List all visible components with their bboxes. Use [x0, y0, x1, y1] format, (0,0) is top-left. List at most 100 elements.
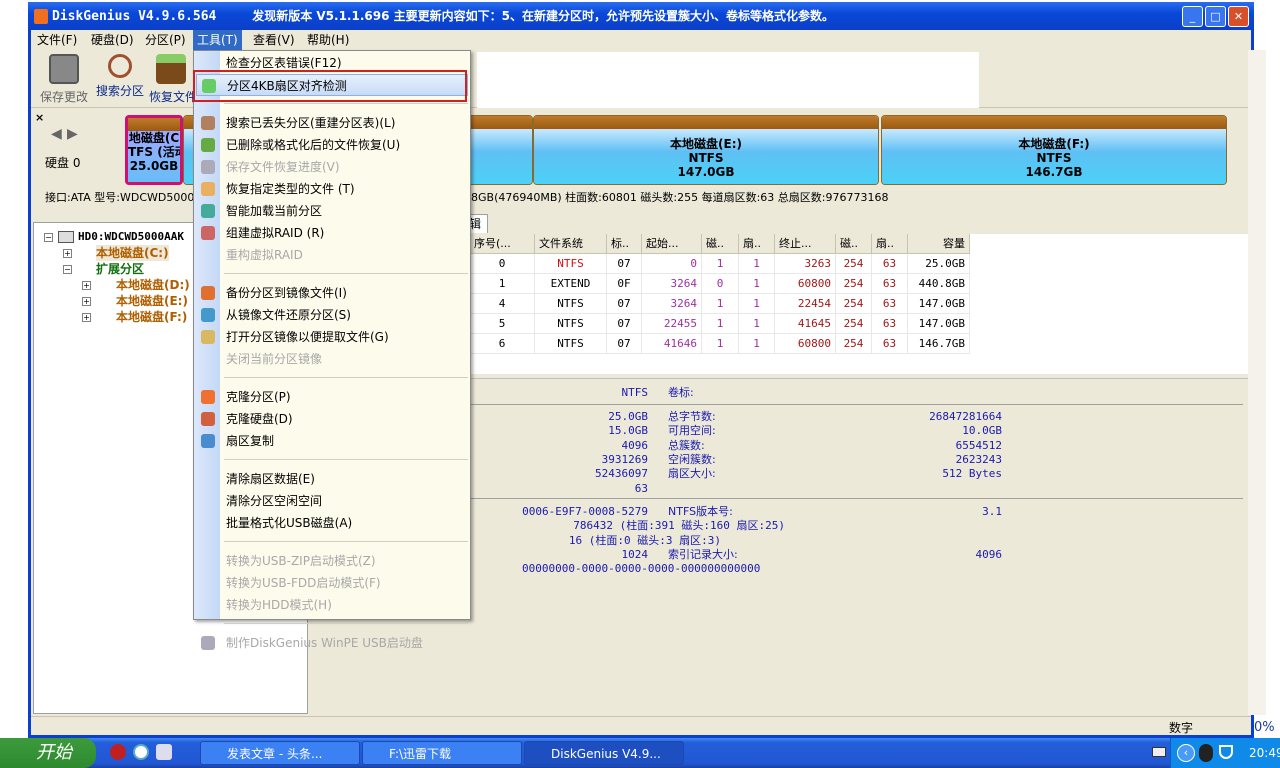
- table-cell[interactable]: 0: [702, 274, 739, 294]
- start-button[interactable]: 开始: [0, 738, 96, 768]
- menu-item-11[interactable]: 备份分区到镜像文件(I): [196, 282, 468, 304]
- table-cell[interactable]: 0: [470, 254, 535, 274]
- table-header-cell[interactable]: 扇..: [739, 234, 775, 254]
- taskbar-item-diskgenius[interactable]: DiskGenius V4.9...: [524, 741, 684, 765]
- table-cell[interactable]: 1: [702, 294, 739, 314]
- next-disk-icon[interactable]: ▶: [67, 126, 78, 142]
- table-cell[interactable]: 60800: [775, 274, 836, 294]
- table-cell[interactable]: NTFS: [535, 294, 607, 314]
- tree-item-d[interactable]: 本地磁盘(D:): [116, 277, 190, 293]
- table-cell[interactable]: 1: [702, 254, 739, 274]
- table-header-cell[interactable]: 文件系统: [535, 234, 607, 254]
- taskbar-item-folder[interactable]: F:\迅雷下载: [362, 741, 522, 765]
- table-header-cell[interactable]: 磁..: [836, 234, 872, 254]
- table-cell[interactable]: 3263: [775, 254, 836, 274]
- tree-item-extended[interactable]: 扩展分区: [96, 261, 144, 277]
- table-header-cell[interactable]: 标..: [607, 234, 642, 254]
- table-cell[interactable]: 147.0GB: [908, 314, 970, 334]
- table-cell[interactable]: 3264: [642, 274, 702, 294]
- table-cell[interactable]: NTFS: [535, 254, 607, 274]
- ie-icon[interactable]: [133, 744, 149, 760]
- keyboard-icon[interactable]: [1152, 747, 1166, 757]
- table-cell[interactable]: 07: [607, 314, 642, 334]
- expand-icon[interactable]: +: [82, 297, 91, 306]
- table-header-cell[interactable]: 容量: [908, 234, 970, 254]
- menu-item-13[interactable]: 打开分区镜像以便提取文件(G): [196, 326, 468, 348]
- tray-expand-icon[interactable]: ‹: [1177, 744, 1195, 762]
- table-cell[interactable]: 41645: [775, 314, 836, 334]
- partition-e[interactable]: 本地磁盘(E:)NTFS147.0GB: [533, 115, 879, 185]
- table-cell[interactable]: 1: [739, 334, 775, 354]
- table-cell[interactable]: 0: [642, 254, 702, 274]
- table-cell[interactable]: 3264: [642, 294, 702, 314]
- table-cell[interactable]: 254: [836, 314, 872, 334]
- table-cell[interactable]: 63: [872, 334, 908, 354]
- table-cell[interactable]: NTFS: [535, 334, 607, 354]
- tree-item-f[interactable]: 本地磁盘(F:): [116, 309, 187, 325]
- tree-disk[interactable]: HD0:WDCWD5000AAK: [78, 229, 184, 245]
- table-cell[interactable]: 07: [607, 254, 642, 274]
- table-cell[interactable]: 22454: [775, 294, 836, 314]
- maximize-button[interactable]: □: [1205, 6, 1226, 27]
- table-cell[interactable]: 0F: [607, 274, 642, 294]
- menu-item-12[interactable]: 从镜像文件还原分区(S): [196, 304, 468, 326]
- menu-item-20[interactable]: 清除扇区数据(E): [196, 468, 468, 490]
- menu-partition[interactable]: 分区(P): [141, 30, 190, 50]
- collapse-icon[interactable]: −: [63, 265, 72, 274]
- partition-c[interactable]: 地磁盘(CTFS (活动25.0GB: [125, 115, 183, 185]
- table-cell[interactable]: 146.7GB: [908, 334, 970, 354]
- table-cell[interactable]: 63: [872, 314, 908, 334]
- table-cell[interactable]: 5: [470, 314, 535, 334]
- media-player-icon[interactable]: [110, 744, 126, 760]
- expand-icon[interactable]: +: [82, 281, 91, 290]
- tree-item-e[interactable]: 本地磁盘(E:): [116, 293, 188, 309]
- menu-disk[interactable]: 硬盘(D): [87, 30, 138, 50]
- save-changes-button[interactable]: 保存更改: [37, 54, 91, 105]
- taskbar-item-browser[interactable]: 发表文章 - 头条...: [200, 741, 360, 765]
- table-cell[interactable]: NTFS: [535, 314, 607, 334]
- table-header-cell[interactable]: 起始...: [642, 234, 702, 254]
- table-header-cell[interactable]: 终止...: [775, 234, 836, 254]
- menu-item-18[interactable]: 扇区复制: [196, 430, 468, 452]
- minimize-button[interactable]: _: [1182, 6, 1203, 27]
- table-cell[interactable]: 63: [872, 274, 908, 294]
- table-cell[interactable]: 440.8GB: [908, 274, 970, 294]
- search-partition-button[interactable]: 搜索分区: [93, 54, 147, 99]
- partition-f[interactable]: 本地磁盘(F:)NTFS146.7GB: [881, 115, 1227, 185]
- table-cell[interactable]: 147.0GB: [908, 294, 970, 314]
- table-cell[interactable]: 22455: [642, 314, 702, 334]
- expand-icon[interactable]: +: [82, 313, 91, 322]
- menu-item-6[interactable]: 恢复指定类型的文件 (T): [196, 178, 468, 200]
- table-cell[interactable]: 1: [739, 274, 775, 294]
- security-shield-icon[interactable]: [1219, 745, 1233, 759]
- menu-item-8[interactable]: 组建虚拟RAID (R): [196, 222, 468, 244]
- menu-view[interactable]: 查看(V): [249, 30, 299, 50]
- menu-item-3[interactable]: 搜索已丢失分区(重建分区表)(L): [196, 112, 468, 134]
- close-panel-icon[interactable]: ×: [35, 111, 44, 124]
- table-cell[interactable]: 25.0GB: [908, 254, 970, 274]
- menu-file[interactable]: 文件(F): [33, 30, 81, 50]
- scrollbar[interactable]: [1248, 50, 1266, 715]
- table-cell[interactable]: 254: [836, 254, 872, 274]
- table-cell[interactable]: 1: [739, 314, 775, 334]
- prev-disk-icon[interactable]: ◀: [51, 126, 62, 142]
- menu-tools[interactable]: 工具(T): [193, 30, 242, 50]
- table-cell[interactable]: 41646: [642, 334, 702, 354]
- table-cell[interactable]: 1: [739, 294, 775, 314]
- outlook-icon[interactable]: [156, 744, 172, 760]
- table-cell[interactable]: 60800: [775, 334, 836, 354]
- qq-icon[interactable]: [1199, 744, 1213, 762]
- menu-item-21[interactable]: 清除分区空闲空间: [196, 490, 468, 512]
- menu-item-7[interactable]: 智能加载当前分区: [196, 200, 468, 222]
- menu-item-16[interactable]: 克隆分区(P): [196, 386, 468, 408]
- menu-item-17[interactable]: 克隆硬盘(D): [196, 408, 468, 430]
- table-cell[interactable]: 254: [836, 294, 872, 314]
- table-cell[interactable]: 1: [702, 334, 739, 354]
- expand-icon[interactable]: +: [63, 249, 72, 258]
- table-header-cell[interactable]: 扇..: [872, 234, 908, 254]
- table-cell[interactable]: 254: [836, 274, 872, 294]
- recover-files-button[interactable]: 恢复文件: [149, 54, 193, 105]
- table-cell[interactable]: 1: [739, 254, 775, 274]
- table-header-cell[interactable]: 序号(...: [470, 234, 535, 254]
- table-cell[interactable]: 1: [470, 274, 535, 294]
